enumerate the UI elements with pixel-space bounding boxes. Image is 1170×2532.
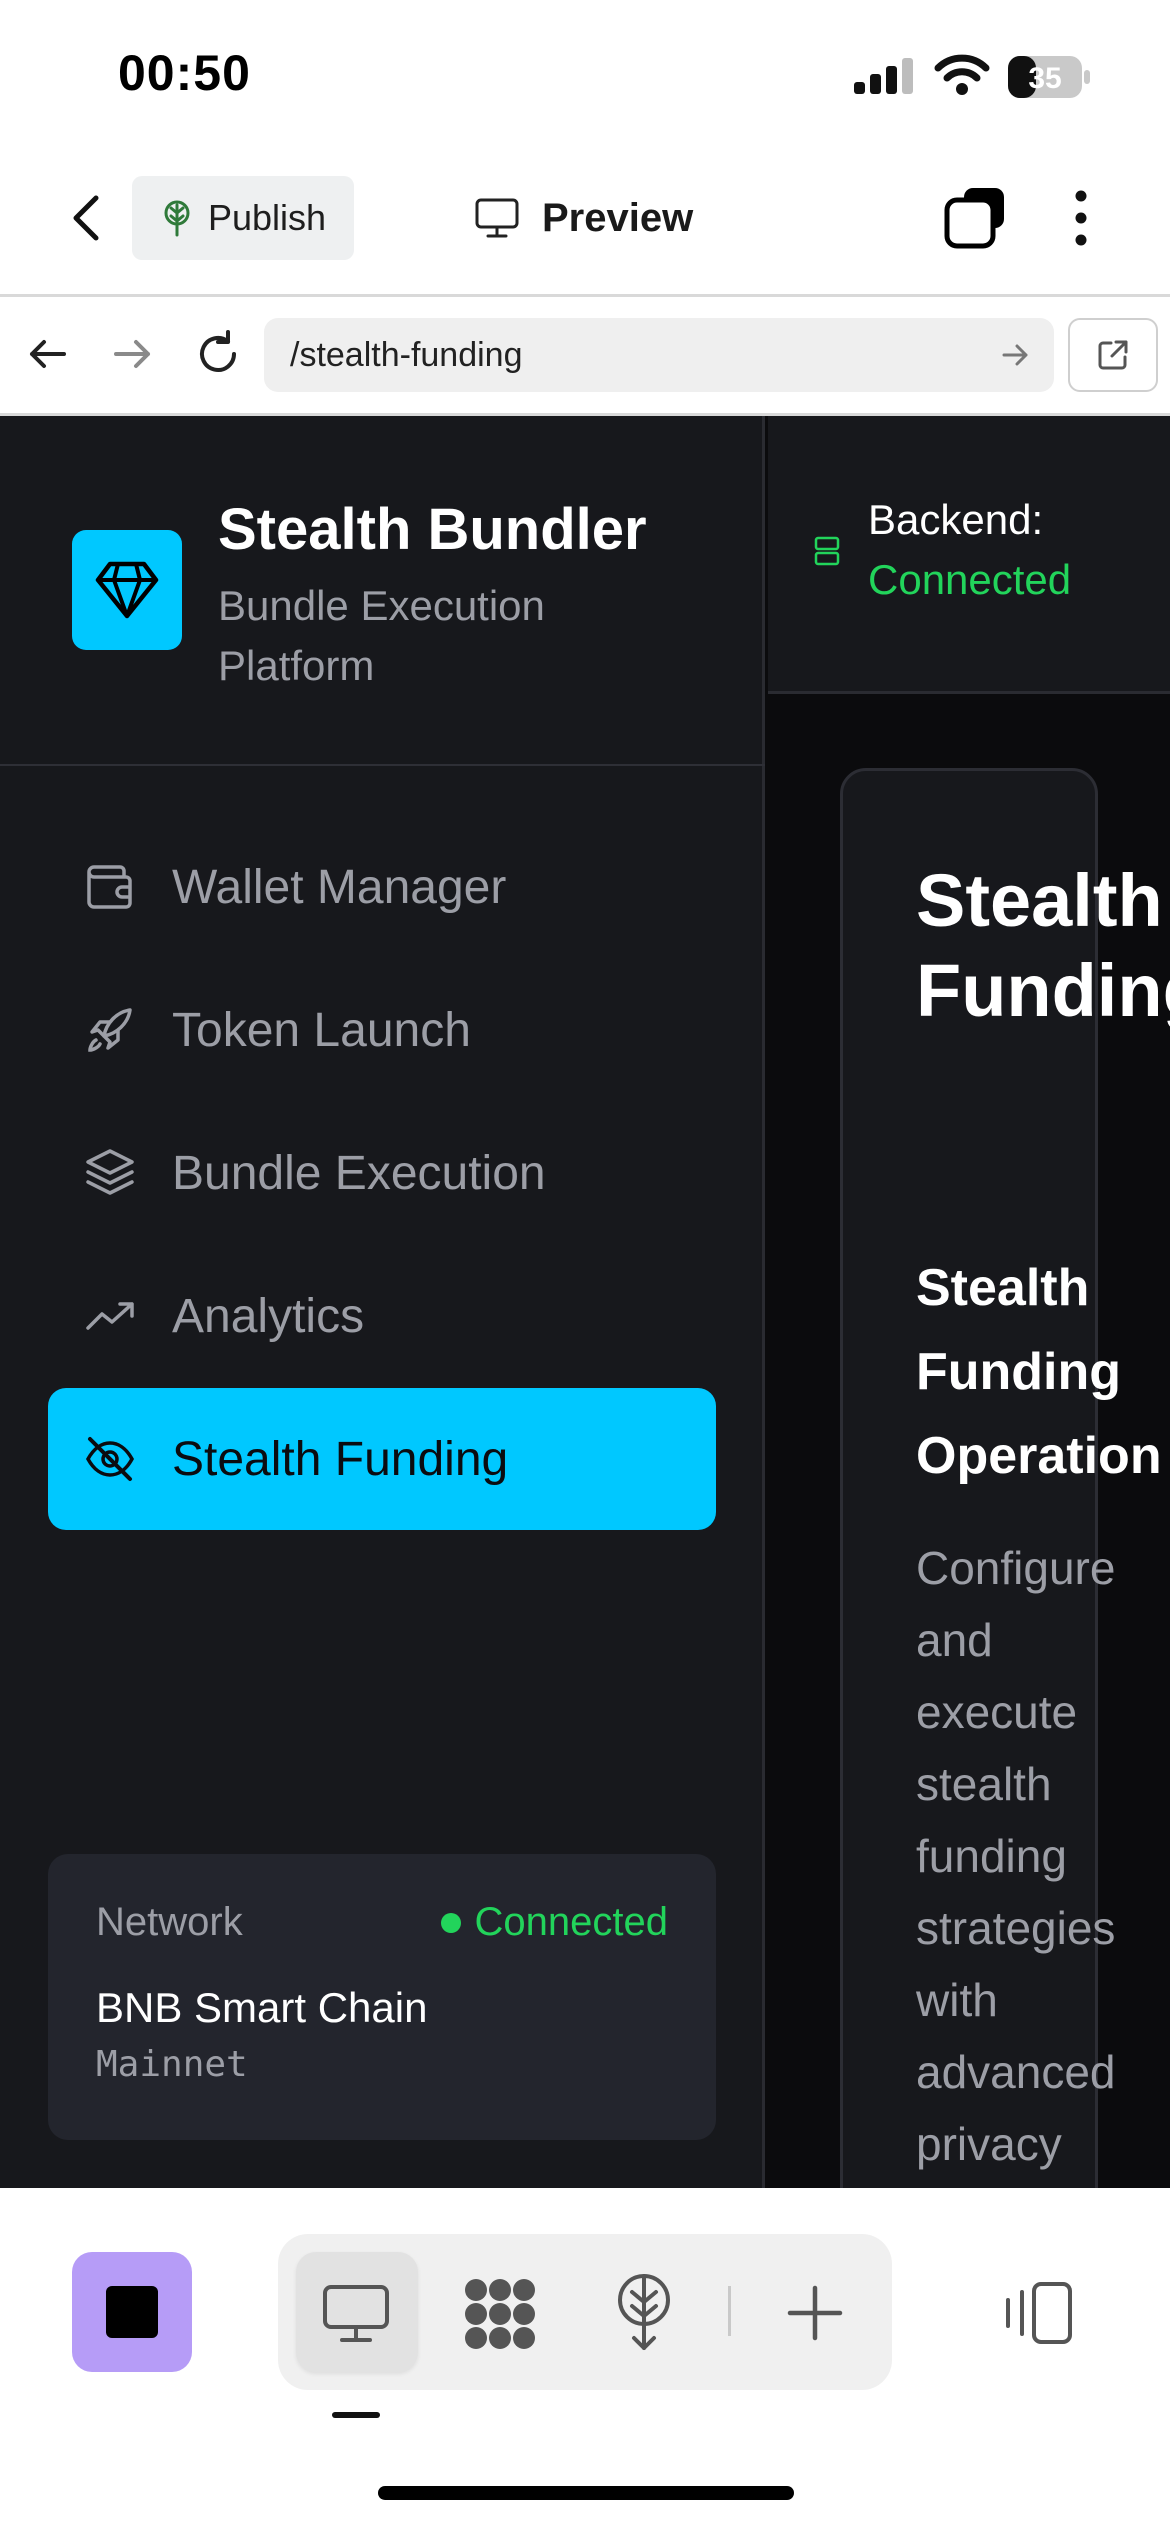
publish-tree-icon (160, 199, 194, 237)
more-options-icon[interactable] (1066, 188, 1096, 248)
card-title: Stealth Funding Operation (916, 1259, 1162, 1485)
browser-forward-icon[interactable] (108, 330, 156, 378)
toolbar-divider (728, 2286, 731, 2336)
device-switch-icon[interactable] (1000, 2280, 1074, 2346)
back-button[interactable] (60, 186, 112, 250)
nav-label: Analytics (172, 1289, 365, 1343)
reload-icon[interactable] (192, 328, 244, 380)
publish-tree-toolbar-icon[interactable] (612, 2272, 676, 2352)
brand-title: Stealth Bundler (218, 497, 647, 562)
nav-label: Stealth Funding (172, 1432, 509, 1486)
app-viewport: Stealth Bundler Bundle Execution Platfor… (0, 416, 1170, 2188)
server-icon (814, 536, 840, 566)
wifi-icon (934, 52, 990, 96)
card-description: Configure and execute stealth funding st… (916, 1542, 1116, 2170)
browser-back-icon[interactable] (24, 330, 72, 378)
stop-button[interactable] (72, 2252, 192, 2372)
publish-label: Publish (207, 197, 327, 238)
sidebar-divider (0, 764, 765, 766)
status-time: 00:50 (118, 45, 251, 101)
external-link-icon (1095, 337, 1131, 373)
network-chain: BNB Smart Chain (96, 1984, 428, 2031)
nav-label: Wallet Manager (172, 860, 507, 914)
header-divider (0, 294, 1170, 297)
cellular-signal-icon (852, 56, 918, 96)
eye-off-icon (84, 1433, 136, 1485)
add-icon[interactable] (786, 2284, 844, 2342)
nav-item-wallet-manager[interactable]: Wallet Manager (48, 816, 716, 958)
tabs-icon[interactable] (942, 184, 1008, 250)
nav-item-stealth-funding[interactable]: Stealth Funding (48, 1388, 716, 1530)
status-dot-icon (440, 1912, 461, 1933)
backend-status: Connected (868, 556, 1072, 603)
rocket-icon (84, 1004, 136, 1056)
monitor-icon (474, 197, 520, 239)
preview-label: Preview (542, 195, 694, 240)
nav-label: Token Launch (172, 1003, 471, 1057)
backend-label: Backend: (868, 496, 1044, 543)
battery-level: 35 (1028, 62, 1061, 95)
stop-icon (106, 2286, 158, 2338)
nav-item-token-launch[interactable]: Token Launch (48, 959, 716, 1101)
network-label: Network (96, 1900, 243, 1944)
nav-item-bundle-execution[interactable]: Bundle Execution (48, 1102, 716, 1244)
network-type: Mainnet (96, 2044, 248, 2085)
desktop-icon (322, 2284, 390, 2344)
brand-subtitle: Bundle Execution Platform (218, 582, 545, 689)
layers-icon (84, 1147, 136, 1199)
main-topbar: Backend: Connected (768, 416, 1170, 694)
components-icon[interactable] (462, 2276, 538, 2352)
go-arrow-icon[interactable] (998, 338, 1032, 372)
publish-button[interactable]: Publish (132, 176, 354, 260)
active-view-indicator (332, 2412, 380, 2418)
content-clip: Stealth Funding Stealth Funding Operatio… (916, 856, 1170, 2188)
sidebar: Stealth Bundler Bundle Execution Platfor… (0, 416, 765, 2188)
home-indicator (378, 2486, 794, 2500)
diamond-icon (94, 560, 160, 620)
preview-button[interactable]: Preview (474, 186, 693, 250)
url-text: /stealth-funding (290, 335, 523, 374)
page-title: Stealth Funding (916, 859, 1170, 1032)
url-bar[interactable]: /stealth-funding (264, 318, 1054, 392)
nav-label: Bundle Execution (172, 1146, 546, 1200)
open-external-button[interactable] (1068, 318, 1158, 392)
nav-item-analytics[interactable]: Analytics (48, 1245, 716, 1387)
network-card: Network Connected BNB Smart Chain Mainne… (48, 1854, 716, 2140)
brand-logo (72, 530, 182, 650)
battery-icon: 35 (1006, 54, 1092, 100)
wallet-icon (84, 861, 136, 913)
network-status-text: Connected (474, 1900, 668, 1944)
trending-up-icon (84, 1290, 136, 1342)
network-status: Connected (440, 1900, 668, 1945)
